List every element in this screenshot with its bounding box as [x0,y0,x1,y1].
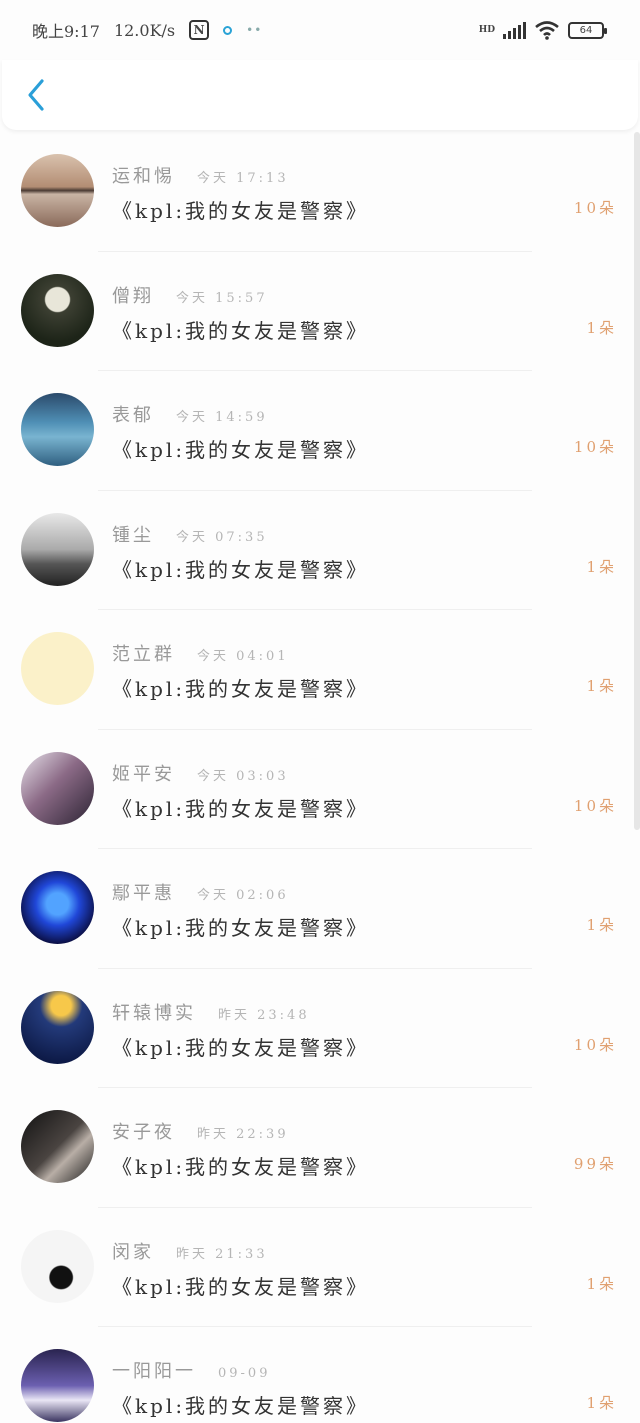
avatar[interactable] [21,871,94,944]
chevron-left-icon[interactable] [24,78,48,112]
battery-icon: 64 [568,21,607,39]
user-name[interactable]: 运和惕 [112,162,175,188]
timestamp: 昨天 21:33 [176,1246,268,1262]
timestamp: 昨天 22:39 [197,1127,289,1142]
user-name[interactable]: 一阳阳一 [112,1357,196,1383]
user-name[interactable]: 锺尘 [112,521,154,547]
timestamp: 昨天 23:48 [218,1007,310,1023]
avatar[interactable] [21,1229,94,1303]
list-item[interactable]: 锺尘 今天 07:35 《kpl:我的女友是警察》 1朵 [0,491,632,610]
gift-list: 运和惕 今天 17:13 《kpl:我的女友是警察》 10朵 僧翔 今天 15:57… [0,132,632,1423]
scrollbar[interactable] [634,132,640,830]
flower-count: 10朵 [573,796,617,815]
signal-icon [503,21,526,39]
book-title[interactable]: 《kpl:我的女友是警察》 [112,1390,369,1419]
avatar[interactable] [21,751,94,825]
timestamp: 今天 07:35 [176,529,268,545]
timestamp: 今天 03:03 [197,768,289,784]
flower-count: 1朵 [586,1394,617,1412]
hd-indicator: HD [478,24,495,35]
flower-count: 10朵 [573,199,617,217]
avatar[interactable] [21,512,94,586]
avatar[interactable] [21,273,94,347]
book-title[interactable]: 《kpl:我的女友是警察》 [112,912,369,941]
book-title[interactable]: 《kpl:我的女友是警察》 [112,1032,369,1061]
user-name[interactable]: 表郁 [112,401,154,427]
timestamp: 今天 02:06 [197,888,289,903]
list-item[interactable]: 姬平安 今天 03:03 《kpl:我的女友是警察》 10朵 [0,730,632,849]
list-item[interactable]: 鄢平惠 今天 02:06 《kpl:我的女友是警察》 1朵 [0,849,632,969]
flower-count: 1朵 [586,557,617,576]
avatar[interactable] [21,632,94,705]
avatar[interactable] [21,1110,94,1183]
user-name[interactable]: 轩辕博实 [112,999,196,1025]
book-title[interactable]: 《kpl:我的女友是警察》 [112,195,369,224]
avatar[interactable] [21,393,94,466]
header [2,60,638,130]
list-item[interactable]: 轩辕博实 昨天 23:48 《kpl:我的女友是警察》 10朵 [0,969,632,1088]
list-item[interactable]: 闵家 昨天 21:33 《kpl:我的女友是警察》 1朵 [0,1208,632,1327]
user-name[interactable]: 鄢平惠 [112,879,175,905]
flower-count: 1朵 [586,1274,617,1293]
book-title[interactable]: 《kpl:我的女友是警察》 [112,673,369,702]
user-name[interactable]: 姬平安 [112,760,175,786]
list-item[interactable]: 表郁 今天 14:59 《kpl:我的女友是警察》 10朵 [0,371,632,491]
status-right: HD 64 [478,20,607,40]
timestamp: 09-09 [218,1366,271,1381]
status-left: 晚上9:17 12.0K/s N •• [32,18,262,42]
flower-count: 10朵 [573,438,617,456]
avatar[interactable] [21,990,94,1064]
user-name[interactable]: 安子夜 [112,1118,175,1144]
flower-count: 1朵 [586,677,617,695]
list-item[interactable]: 范立群 今天 04:01 《kpl:我的女友是警察》 1朵 [0,610,632,730]
list-item[interactable]: 僧翔 今天 15:57 《kpl:我的女友是警察》 1朵 [0,252,632,371]
nfc-icon: N [189,20,210,40]
more-notifications-icon: •• [246,23,263,37]
flower-count: 99朵 [573,1155,617,1173]
book-title[interactable]: 《kpl:我的女友是警察》 [112,1271,369,1300]
list-item[interactable]: 运和惕 今天 17:13 《kpl:我的女友是警察》 10朵 [0,132,632,252]
flower-count: 1朵 [586,318,617,337]
user-name[interactable]: 闵家 [112,1238,154,1264]
list-item[interactable]: 一阳阳一 09-09 《kpl:我的女友是警察》 1朵 [0,1327,632,1423]
flower-count: 1朵 [586,916,617,934]
book-title[interactable]: 《kpl:我的女友是警察》 [112,793,369,822]
user-name[interactable]: 僧翔 [112,282,154,308]
user-name[interactable]: 范立群 [112,640,175,666]
timestamp: 今天 15:57 [176,290,268,306]
status-bar: 晚上9:17 12.0K/s N •• HD 64 [0,0,640,60]
timestamp: 今天 14:59 [176,410,268,425]
book-title[interactable]: 《kpl:我的女友是警察》 [112,554,369,583]
flower-count: 10朵 [573,1035,617,1054]
book-title[interactable]: 《kpl:我的女友是警察》 [112,1151,369,1180]
notification-dot-icon [223,25,233,35]
avatar[interactable] [21,1349,94,1422]
wifi-icon [535,21,559,40]
network-speed: 12.0K/s [113,20,176,40]
list-item[interactable]: 安子夜 昨天 22:39 《kpl:我的女友是警察》 99朵 [0,1088,632,1208]
status-time: 晚上9:17 [32,22,100,41]
avatar[interactable] [21,154,94,227]
timestamp: 今天 17:13 [197,171,289,186]
book-title[interactable]: 《kpl:我的女友是警察》 [112,315,369,344]
timestamp: 今天 04:01 [197,649,289,664]
book-title[interactable]: 《kpl:我的女友是警察》 [112,434,369,463]
